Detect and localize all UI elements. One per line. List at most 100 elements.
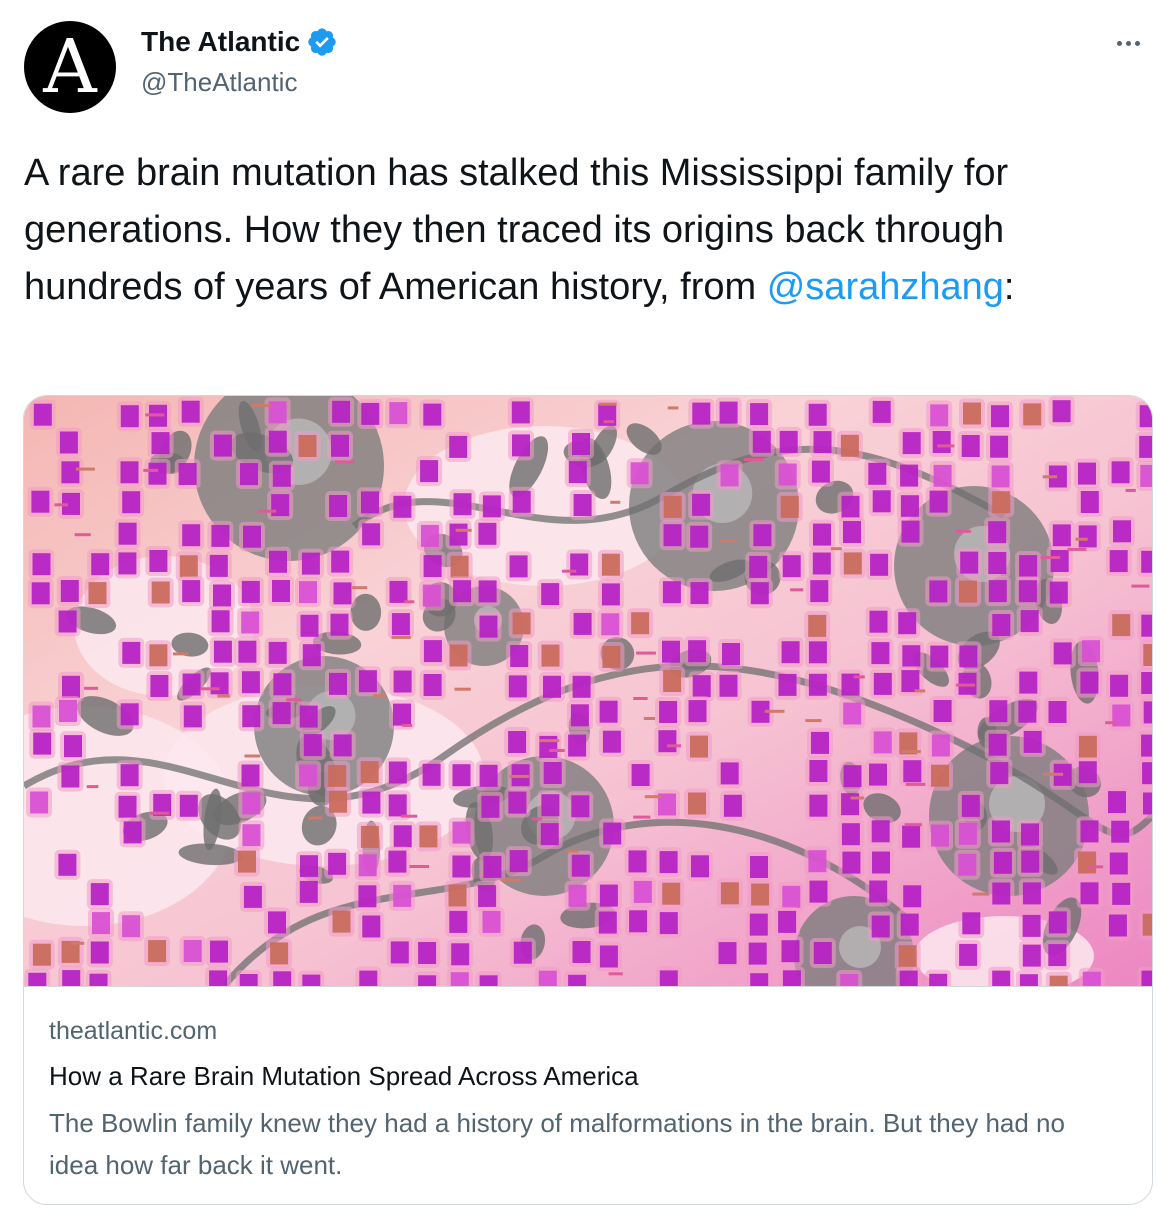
pixel-square (1142, 762, 1152, 785)
link-card[interactable]: theatlantic.com How a Rare Brain Mutatio… (23, 395, 1153, 1205)
dash-mark (400, 814, 418, 818)
pixel-square (842, 851, 861, 874)
pixel-square (268, 641, 287, 664)
dash-mark (904, 823, 922, 827)
pixel-square (360, 825, 379, 848)
dash-mark (644, 795, 662, 799)
dash-mark (373, 694, 387, 698)
dash-mark (790, 588, 804, 592)
pixel-square (298, 435, 317, 457)
dash-mark (633, 815, 651, 819)
pixel-square (361, 402, 380, 425)
pixel-square (181, 400, 200, 423)
pixel-square (453, 493, 472, 516)
dash-mark (636, 651, 656, 655)
pixel-square (209, 970, 228, 986)
pixel-square (631, 764, 650, 786)
dash-mark (308, 816, 323, 820)
pixel-square (239, 974, 258, 986)
pixel-square (243, 885, 262, 908)
pixel-square (1050, 550, 1069, 572)
pixel-square (32, 943, 51, 966)
pixel-square (182, 673, 201, 696)
author-name[interactable]: The Atlantic (141, 26, 300, 58)
pixel-square (572, 675, 591, 698)
pixel-square (1078, 462, 1096, 485)
dash-mark (850, 796, 865, 800)
more-options-icon[interactable] (1108, 28, 1148, 58)
pixel-square (241, 764, 260, 787)
pixel-square (1108, 791, 1126, 814)
pixel-square (242, 824, 261, 847)
pixel-square (993, 851, 1012, 874)
pixel-square (811, 460, 830, 483)
dash-mark (667, 744, 681, 748)
pixel-square (930, 645, 949, 668)
pixel-square (782, 555, 801, 578)
pixel-square (808, 403, 827, 426)
dash-mark (805, 719, 822, 723)
pixel-square (1021, 850, 1040, 873)
pixel-square (209, 554, 228, 577)
pixel-square (900, 464, 919, 487)
pixel-square (1141, 672, 1152, 694)
author-handle[interactable]: @TheAtlantic (141, 67, 297, 98)
pixel-square (1019, 671, 1038, 694)
pixel-square (872, 400, 891, 423)
dash-mark (937, 444, 955, 448)
pixel-square (898, 945, 917, 968)
author-row: The Atlantic (141, 26, 338, 58)
pixel-square (418, 975, 437, 986)
dash-mark (455, 528, 472, 532)
pixel-square (719, 401, 738, 424)
pixel-square (1082, 640, 1100, 663)
avatar[interactable]: A (24, 21, 116, 113)
pixel-square (841, 823, 860, 846)
pixel-square (871, 820, 890, 843)
pixel-square (1078, 735, 1097, 758)
pixel-square (813, 942, 832, 964)
dash-mark (71, 941, 85, 945)
pixel-square (688, 792, 706, 815)
dash-mark (258, 509, 277, 513)
pixel-square (61, 765, 80, 788)
dash-mark (901, 750, 921, 754)
pixel-square (1018, 700, 1037, 723)
pixel-square (118, 795, 137, 818)
dash-mark (335, 460, 355, 464)
pixel-square (512, 612, 531, 635)
pixel-square (1078, 761, 1097, 784)
pixel-square (868, 462, 887, 485)
pixel-square (599, 884, 618, 907)
pixel-square (481, 795, 500, 818)
mention-link[interactable]: @sarahzhang (767, 266, 1004, 308)
pixel-square (629, 910, 648, 933)
pixel-square (509, 850, 528, 873)
pixel-square (750, 403, 769, 426)
pixel-square (391, 613, 410, 636)
pixel-square (213, 584, 231, 607)
dash-mark (454, 687, 471, 691)
pixel-square (840, 434, 859, 457)
dash-mark (1131, 584, 1150, 588)
pixel-square (1023, 730, 1042, 753)
pixel-square (690, 735, 708, 758)
pixel-square (988, 521, 1007, 544)
pixel-square (1019, 555, 1038, 578)
pixel-square (510, 645, 529, 667)
pixel-square (602, 645, 621, 668)
pixel-square (1049, 975, 1068, 986)
card-image[interactable] (24, 396, 1152, 986)
pixel-square (688, 640, 707, 663)
pixel-square (903, 885, 922, 908)
pixel-square (1022, 914, 1041, 937)
pixel-square (748, 942, 767, 965)
more-dot (1134, 40, 1140, 46)
pixel-square (1080, 491, 1099, 513)
dash-mark (1040, 556, 1061, 559)
pixel-square (662, 882, 681, 905)
pixel-square (662, 581, 681, 604)
dash-mark (743, 458, 764, 461)
pixel-square (148, 462, 167, 485)
pixel-square (243, 525, 261, 548)
